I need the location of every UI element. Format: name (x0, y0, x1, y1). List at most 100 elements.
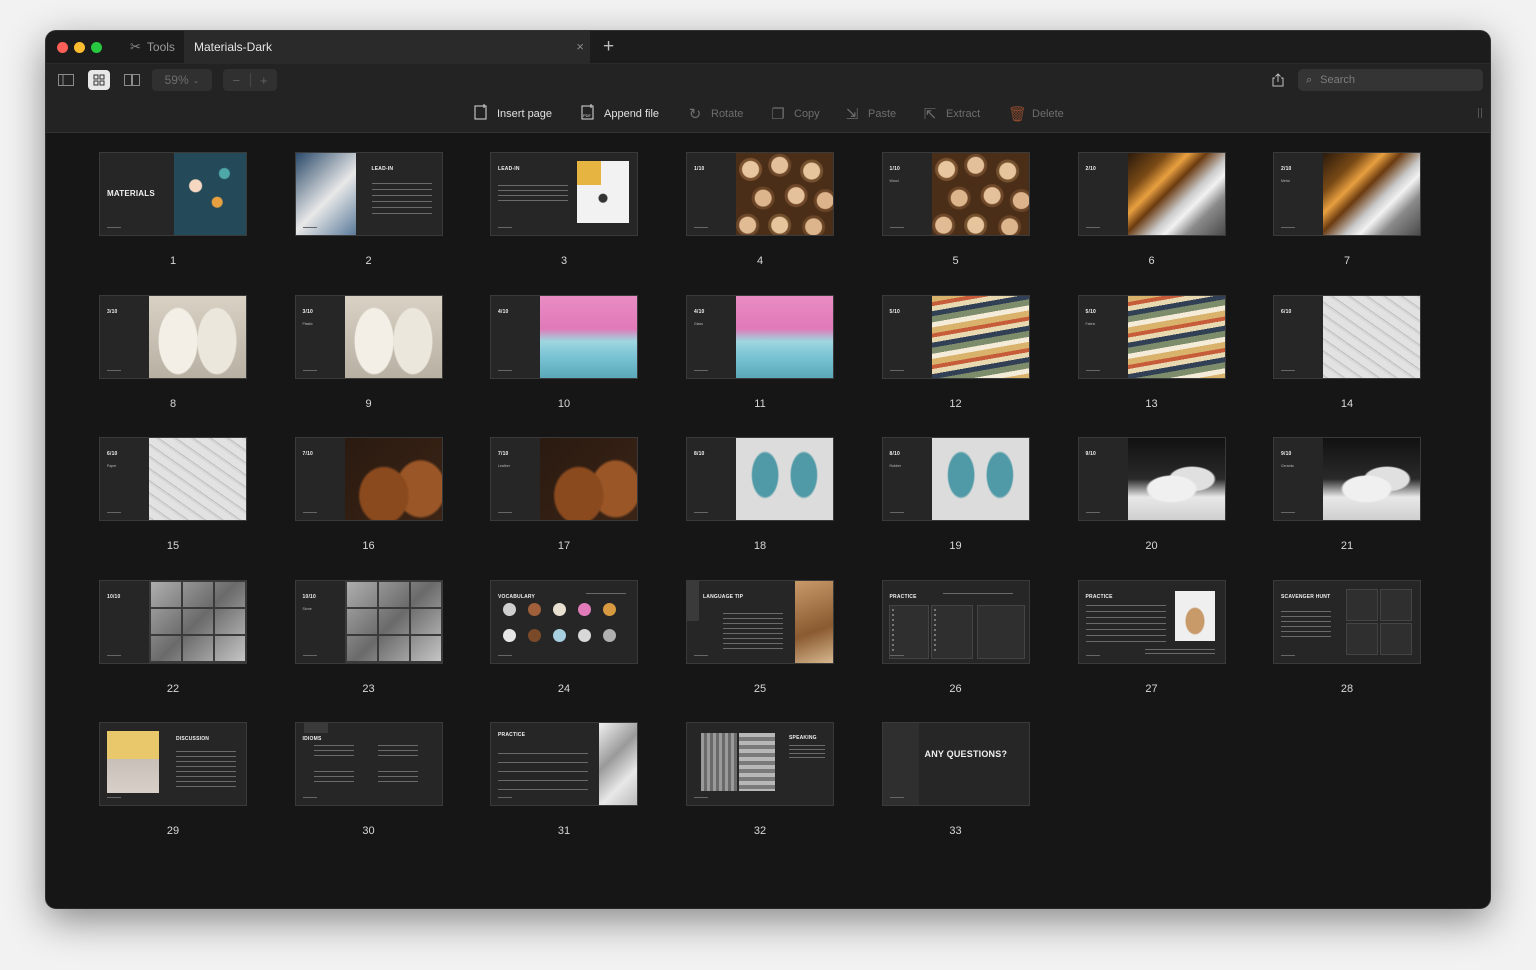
page-thumbnail[interactable]: 7/10 Leather 17 (490, 437, 638, 552)
vocab-image (528, 628, 541, 642)
text-line (1144, 648, 1215, 650)
slide-title: 1/10 (694, 166, 705, 172)
slide-footer (694, 512, 708, 513)
text-line (1085, 604, 1166, 606)
page-number: 6 (1148, 255, 1155, 267)
page-thumbnail[interactable]: LANGUAGE TIP 25 (686, 579, 834, 695)
slide-footer (498, 797, 512, 798)
slide-preview: 7/10 Leather (490, 437, 638, 521)
sidebar-toggle-icon[interactable] (55, 70, 77, 90)
page-thumbnail[interactable]: PRACTICE 27 (1077, 579, 1226, 695)
slide-title: 5/10 (1085, 308, 1097, 315)
delete-button[interactable]: 🗑 Delete (1008, 104, 1064, 124)
slide-title: PRACTICE (498, 732, 526, 738)
page-thumbnail[interactable]: 9/10 Ceramic 21 (1273, 437, 1421, 552)
page-number: 31 (557, 825, 571, 837)
page-thumbnail[interactable]: 10/10 Stone 23 (294, 579, 443, 695)
page-thumbnail[interactable]: PRACTICE 26 (881, 579, 1030, 695)
page-number: 29 (166, 825, 180, 837)
slide-preview: 6/10 Paper (99, 437, 247, 521)
slide-image (577, 161, 601, 185)
page-thumbnail[interactable]: DISCUSSION 29 (99, 722, 247, 837)
extract-button[interactable]: ⇱ Extract (922, 104, 981, 124)
page-thumbnail[interactable]: IDIOMS 30 (294, 722, 443, 837)
slide-footer (107, 369, 121, 371)
page-number: 24 (557, 682, 571, 695)
page-thumbnail[interactable]: PRACTICE 31 (490, 722, 638, 837)
page-thumbnail[interactable]: 5/10 Fabric 13 (1077, 294, 1226, 410)
page-thumbnail[interactable]: SPEAKING 32 (686, 722, 834, 837)
slide-footer (1281, 512, 1295, 513)
slide-footer (107, 797, 121, 798)
slide-preview: 4/10 (490, 294, 638, 379)
toolbar-grip-handle[interactable] (1478, 108, 1482, 118)
insert-page-icon (473, 104, 489, 124)
text-line (1144, 652, 1215, 654)
page-thumbnail[interactable]: LEAD-IN 3 (490, 152, 638, 267)
page-thumbnail[interactable]: SCAVENGER HUNT 28 (1273, 579, 1421, 695)
page-thumbnail[interactable]: 3/10 Plastic 9 (294, 294, 443, 410)
page-thumbnail[interactable]: MATERIALS 1 (99, 152, 247, 267)
slide-title: LEAD-IN (498, 166, 520, 172)
page-thumbnail[interactable]: VOCABULARY 24 (490, 579, 638, 695)
slide-subtitle: Ceramic (1281, 464, 1295, 468)
text-line (1085, 628, 1166, 630)
page-thumbnail[interactable]: 6/10 14 (1273, 294, 1421, 410)
slide-preview: SPEAKING (686, 722, 834, 806)
zoom-out-button[interactable]: − (223, 69, 250, 91)
slide-title: 4/10 (498, 308, 509, 315)
slide-preview: 9/10 (1077, 437, 1226, 521)
page-thumbnail[interactable]: 4/10 Glass 11 (686, 294, 834, 410)
page-thumbnail[interactable]: 3/10 8 (99, 294, 247, 410)
close-tab-icon[interactable]: × (576, 40, 584, 54)
copy-button[interactable]: ❐ Copy (770, 104, 819, 124)
text-line (498, 190, 568, 191)
zoom-select[interactable]: 59% ⌄ (152, 69, 212, 91)
slide-preview: 1/10 (686, 152, 834, 236)
share-icon[interactable] (1269, 70, 1287, 90)
page-thumbnail[interactable]: 8/10 18 (686, 437, 834, 552)
page-thumbnail[interactable]: 6/10 Paper 15 (99, 437, 247, 552)
page-thumbnail[interactable]: 1/10 Wood 5 (881, 152, 1030, 267)
text-line (723, 632, 783, 634)
zoom-window-button[interactable] (91, 42, 102, 53)
text-line (498, 771, 588, 772)
paste-button[interactable]: ⇲ Paste (844, 104, 896, 124)
trash-icon: 🗑 (1008, 106, 1028, 123)
zoom-in-button[interactable]: + (251, 69, 278, 91)
search-input[interactable] (1318, 73, 1473, 87)
page-thumbnail[interactable]: LEAD-IN 2 (294, 152, 443, 267)
page-thumbnail[interactable]: 8/10 Rubber 19 (881, 437, 1030, 552)
slide-image (149, 295, 246, 378)
page-thumbnail[interactable]: 7/10 16 (294, 437, 443, 552)
close-window-button[interactable] (57, 42, 68, 53)
grid-view-icon[interactable] (88, 70, 110, 90)
slide-accent (687, 580, 699, 621)
new-tab-button[interactable]: + (603, 36, 614, 58)
tab-document[interactable]: Materials-Dark × (184, 31, 590, 63)
slide-footer (107, 512, 121, 513)
slide-subtitle: Glass (694, 321, 703, 326)
insert-page-button[interactable]: Insert page (473, 104, 552, 124)
slide-image (1127, 295, 1225, 378)
page-thumbnail[interactable]: 1/10 4 (686, 152, 834, 267)
slide-title: 6/10 (107, 451, 118, 457)
two-page-view-icon[interactable] (121, 70, 143, 90)
tab-tools-label: Tools (146, 40, 175, 54)
append-file-label: Append file (604, 108, 660, 120)
slide-preview: PRACTICE (881, 579, 1030, 664)
page-thumbnail[interactable]: 9/10 20 (1077, 437, 1226, 552)
append-file-button[interactable]: PDF Append file (580, 104, 659, 124)
page-thumbnail[interactable]: ANY QUESTIONS? 33 (881, 722, 1030, 837)
slide-image (931, 295, 1029, 378)
page-thumbnail[interactable]: 2/10 Metal 7 (1273, 152, 1421, 267)
page-thumbnail[interactable]: 10/10 22 (99, 579, 247, 695)
rotate-button[interactable]: ↻ Rotate (687, 104, 744, 124)
page-thumbnail[interactable]: 5/10 12 (881, 294, 1030, 410)
page-thumbnail[interactable]: 2/10 6 (1077, 152, 1226, 267)
tab-tools[interactable]: ✂ Tools (130, 31, 175, 63)
slide-title: SCAVENGER HUNT (1281, 593, 1331, 600)
page-thumbnail[interactable]: 4/10 10 (490, 294, 638, 410)
minimize-window-button[interactable] (74, 42, 85, 53)
slide-footer (1085, 512, 1100, 513)
